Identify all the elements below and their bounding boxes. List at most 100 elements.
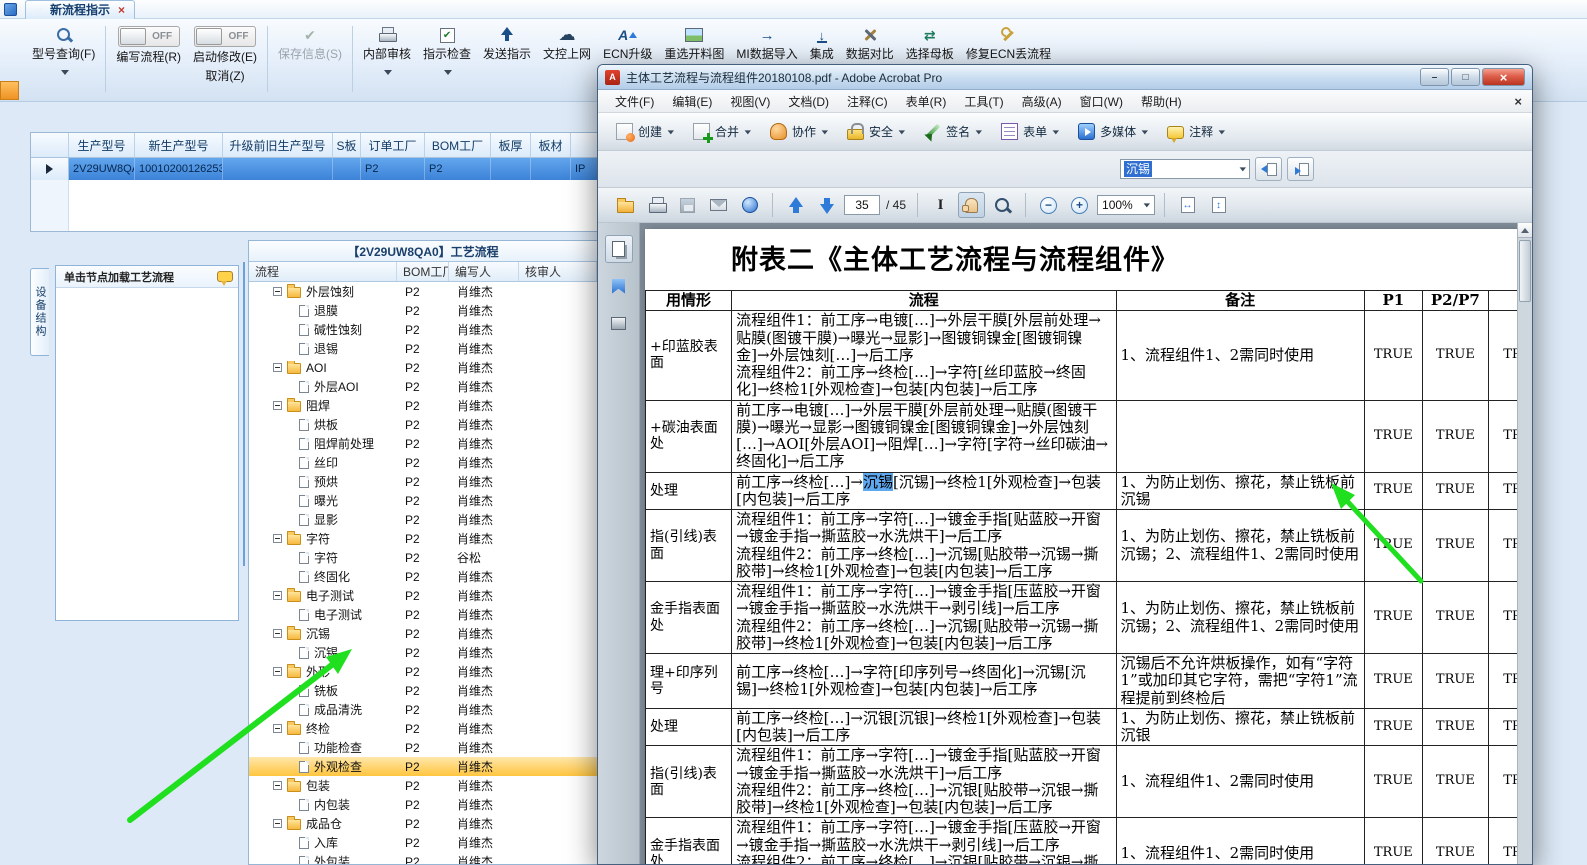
grid-cell[interactable] bbox=[491, 158, 531, 180]
grid-cell[interactable] bbox=[223, 158, 333, 180]
dropdown-arrow-icon[interactable] bbox=[1218, 129, 1226, 134]
grid-cell[interactable]: 10010200126253 bbox=[135, 158, 223, 180]
toolbar-button-ecn-upgrade[interactable]: ECN升级 bbox=[597, 24, 658, 65]
tree-item[interactable]: 沉锡 P2 肖维杰 bbox=[249, 624, 597, 643]
collapse-icon[interactable] bbox=[273, 401, 282, 410]
scrollbar-up-icon[interactable] bbox=[1518, 223, 1532, 238]
hand-tool-button[interactable] bbox=[958, 192, 986, 218]
tree-item[interactable]: 丝印 P2 肖维杰 bbox=[249, 453, 597, 472]
print-button[interactable] bbox=[643, 192, 670, 218]
dropdown-arrow-icon[interactable] bbox=[60, 69, 69, 75]
tree-item[interactable]: 字符 P2 肖维杰 bbox=[249, 529, 597, 548]
toolbar-button-select-motherboard[interactable]: 选择母板 bbox=[900, 24, 960, 65]
tree-item[interactable]: 外包装 P2 肖维杰 bbox=[249, 852, 597, 864]
bookmarks-panel-button[interactable] bbox=[605, 272, 633, 300]
tree-item[interactable]: 终固化 P2 肖维杰 bbox=[249, 567, 597, 586]
toolbar-button-data-compare[interactable]: 数据对比 bbox=[840, 24, 900, 65]
toolbar-button-write-flow[interactable]: OFF 编写流程(R) bbox=[110, 24, 187, 68]
scrollbar-thumb[interactable] bbox=[1519, 240, 1531, 302]
acrobat-toolbar-button-comment[interactable]: 注释 bbox=[1159, 119, 1233, 144]
layers-panel-button[interactable] bbox=[605, 309, 633, 337]
collapse-icon[interactable] bbox=[273, 591, 282, 600]
tab-new-flow-instruction[interactable]: 新流程指示 × bbox=[25, 0, 136, 19]
grid-cell[interactable]: 2V29UW8QA0 bbox=[69, 158, 135, 180]
toolbar-button-instruction-check[interactable]: 指示检查 bbox=[417, 24, 477, 77]
tree-column-header[interactable]: 编写人 bbox=[449, 262, 519, 281]
grid-cell[interactable]: P2 bbox=[361, 158, 425, 180]
grid-column-header[interactable]: S板 bbox=[333, 133, 361, 157]
close-button[interactable] bbox=[1482, 68, 1525, 86]
menu-item[interactable]: 表单(R) bbox=[897, 90, 956, 113]
tree-item[interactable]: 外形 P2 肖维杰 bbox=[249, 662, 597, 681]
collapse-icon[interactable] bbox=[273, 781, 282, 790]
grid-column-header[interactable]: 生产型号 bbox=[69, 133, 135, 157]
pages-panel-button[interactable] bbox=[604, 235, 633, 263]
dropdown-arrow-icon[interactable] bbox=[975, 129, 983, 134]
tree-item[interactable]: 烘板 P2 肖维杰 bbox=[249, 415, 597, 434]
dropdown-arrow-icon[interactable] bbox=[821, 129, 829, 134]
menu-item[interactable]: 视图(V) bbox=[721, 90, 779, 113]
dropdown-arrow-icon[interactable] bbox=[667, 129, 675, 134]
toolbar-button-start-modify[interactable]: OFF 启动修改(E) 取消(Z) bbox=[187, 24, 263, 86]
toolbar-button-repair-ecn-flow[interactable]: 修复ECN丢流程 bbox=[960, 24, 1057, 65]
toolbar-button-internal-audit[interactable]: 内部审核 bbox=[357, 24, 417, 77]
open-file-button[interactable] bbox=[612, 192, 639, 218]
zoom-out-button[interactable] bbox=[1035, 192, 1062, 218]
find-next-button[interactable] bbox=[1287, 157, 1314, 181]
collapsed-panel-chip[interactable] bbox=[0, 81, 19, 100]
tree-item[interactable]: 铣板 P2 肖维杰 bbox=[249, 681, 597, 700]
acrobat-toolbar-button-multimedia[interactable]: 多媒体 bbox=[1070, 119, 1156, 144]
menu-item[interactable]: 帮助(H) bbox=[1132, 90, 1191, 113]
marquee-zoom-button[interactable] bbox=[989, 192, 1016, 218]
tree-item[interactable]: 碱性蚀刻 P2 肖维杰 bbox=[249, 320, 597, 339]
tree-item[interactable]: 包装 P2 肖维杰 bbox=[249, 776, 597, 795]
grid-column-header[interactable]: 板厚 bbox=[491, 133, 531, 157]
dropdown-arrow-icon[interactable] bbox=[1141, 129, 1149, 134]
toolbar-button-integrate[interactable]: 集成 bbox=[804, 24, 840, 65]
toolbar-button-mi-data-import[interactable]: MI数据导入 bbox=[730, 24, 803, 65]
tree-item[interactable]: 退膜 P2 肖维杰 bbox=[249, 301, 597, 320]
acrobat-toolbar-button-sign[interactable]: 签名 bbox=[916, 119, 990, 144]
find-previous-button[interactable] bbox=[1255, 157, 1282, 181]
tree-item[interactable]: AOI P2 肖维杰 bbox=[249, 358, 597, 377]
pdf-canvas[interactable]: 附表二《主体工艺流程与流程组件》 用情形 流程 备注 P1 P2/P7 +印蓝胶表面 流程组… bbox=[640, 223, 1517, 864]
grid-cell[interactable] bbox=[333, 158, 361, 180]
toolbar-button-doc-control-upload[interactable]: 文控上网 bbox=[537, 24, 597, 65]
tree-item[interactable]: 内包装 P2 肖维杰 bbox=[249, 795, 597, 814]
select-tool-button[interactable] bbox=[927, 192, 954, 218]
grid-column-header[interactable]: 新生产型号 bbox=[135, 133, 223, 157]
find-combo-arrow-icon[interactable] bbox=[1239, 167, 1246, 172]
email-button[interactable] bbox=[705, 192, 732, 218]
page-number-input[interactable]: 35 bbox=[844, 195, 880, 215]
tree-item[interactable]: 成品仓 P2 肖维杰 bbox=[249, 814, 597, 833]
grid-column-header[interactable]: 板材 bbox=[531, 133, 571, 157]
grid-cell[interactable] bbox=[531, 158, 571, 180]
tab-close-icon[interactable]: × bbox=[118, 3, 125, 17]
grid-column-header[interactable]: 订单工厂 bbox=[361, 133, 425, 157]
collapse-icon[interactable] bbox=[273, 534, 282, 543]
menu-item[interactable]: 文件(F) bbox=[606, 90, 663, 113]
dropdown-arrow-icon[interactable] bbox=[744, 129, 752, 134]
acrobat-toolbar-button-collaborate[interactable]: 协作 bbox=[762, 119, 836, 144]
tree-item[interactable]: 曝光 P2 肖维杰 bbox=[249, 491, 597, 510]
toggle-start-modify[interactable]: OFF bbox=[194, 26, 256, 47]
tree-item[interactable]: 终检 P2 肖维杰 bbox=[249, 719, 597, 738]
acrobat-toolbar-button-forms[interactable]: 表单 bbox=[993, 119, 1067, 144]
tree-item[interactable]: 入库 P2 肖维杰 bbox=[249, 833, 597, 852]
collapse-icon[interactable] bbox=[273, 667, 282, 676]
collapse-icon[interactable] bbox=[273, 363, 282, 372]
acrobat-toolbar-button-secure[interactable]: 安全 bbox=[839, 119, 913, 144]
toggle-write-flow[interactable]: OFF bbox=[117, 26, 180, 47]
collapse-icon[interactable] bbox=[273, 629, 282, 638]
toolbar-button-reselect-cutting-drawing[interactable]: 重选开料图 bbox=[658, 24, 730, 65]
acrobat-title-bar[interactable]: 主体工艺流程与流程组件20180108.pdf - Adobe Acrobat … bbox=[598, 65, 1532, 90]
tree-item[interactable]: 阻焊 P2 肖维杰 bbox=[249, 396, 597, 415]
acrobat-toolbar-button-create[interactable]: 创建 bbox=[608, 119, 682, 144]
tree-column-header[interactable]: 核审人 bbox=[519, 262, 597, 281]
grid-cell[interactable]: P2 bbox=[425, 158, 491, 180]
find-input[interactable]: 沉锡 bbox=[1120, 159, 1250, 179]
tree-item[interactable]: 沉锡 P2 肖维杰 bbox=[249, 643, 597, 662]
menu-item[interactable]: 注释(C) bbox=[838, 90, 897, 113]
tree-item[interactable]: 显影 P2 肖维杰 bbox=[249, 510, 597, 529]
tree-item[interactable]: 电子测试 P2 肖维杰 bbox=[249, 586, 597, 605]
